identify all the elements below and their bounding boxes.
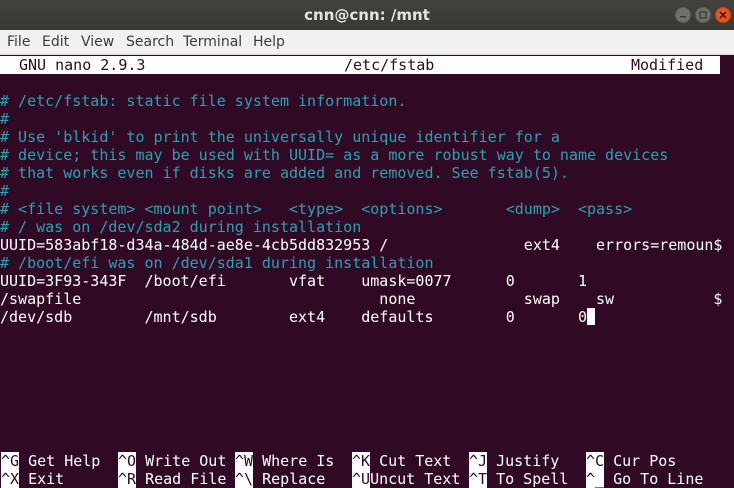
shortcut-label: Uncut Text (370, 470, 461, 488)
menu-search[interactable]: Search (126, 30, 174, 55)
shortcut-key: ^G (1, 452, 20, 470)
shortcut-get-help[interactable]: ^G Get Help (1, 452, 100, 470)
shortcut-label: Go To Line (613, 470, 704, 488)
shortcut-key: ^J (469, 452, 488, 470)
shortcut-key: ^R (118, 470, 137, 488)
file-line-12[interactable]: /swapfile none swap sw $ (0, 290, 722, 308)
nano-status: Modified (631, 56, 704, 74)
shortcut-key: ^U (352, 470, 371, 488)
title-bar[interactable]: cnn@cnn: /mnt (0, 0, 734, 30)
shortcut-label: Replace (262, 470, 326, 488)
shortcut-label: Read File (145, 470, 227, 488)
shortcut-where-is[interactable]: ^W Where Is (235, 452, 334, 470)
shortcut-to-spell[interactable]: ^T To Spell (469, 470, 568, 488)
shortcut-write-out[interactable]: ^O Write Out (118, 452, 226, 470)
file-line-13[interactable]: /dev/sdb /mnt/sdb ext4 defaults 0 0 (0, 308, 595, 326)
file-line-6[interactable]: # (0, 182, 9, 200)
menu-view[interactable]: View (81, 30, 114, 55)
file-line-7[interactable]: # <file system> <mount point> <type> <op… (0, 200, 632, 218)
shortcut-label: Cur Pos (613, 452, 677, 470)
file-line-2[interactable]: # (0, 110, 9, 128)
shortcut-key: ^C (586, 452, 605, 470)
close-button[interactable] (715, 7, 731, 23)
shortcut-cut-text[interactable]: ^K Cut Text (352, 452, 451, 470)
maximize-button[interactable] (695, 7, 711, 23)
shortcut-key: ^W (235, 452, 254, 470)
nano-filename: /etc/fstab (344, 56, 435, 74)
terminal-window: cnn@cnn: /mnt File Edit View Search Term… (0, 0, 734, 488)
menu-file[interactable]: File (7, 30, 30, 55)
nano-header-bar: GNU nano 2.9.3 /etc/fstab Modified (0, 56, 720, 74)
text-cursor (587, 308, 595, 325)
scrollbar[interactable] (726, 56, 734, 488)
file-line-11[interactable]: UUID=3F93-343F /boot/efi vfat umask=0077… (0, 272, 587, 290)
shortcut-exit[interactable]: ^X Exit (1, 470, 64, 488)
shortcut-read-file[interactable]: ^R Read File (118, 470, 226, 488)
nano-version: GNU nano 2.9.3 (19, 56, 146, 74)
file-line-1[interactable]: # /etc/fstab: static file system informa… (0, 92, 406, 110)
window-title: cnn@cnn: /mnt (304, 6, 430, 24)
shortcut-key: ^_ (586, 470, 605, 488)
shortcut-label: Write Out (145, 452, 227, 470)
shortcut-label: Where Is (262, 452, 335, 470)
shortcut-key: ^T (469, 470, 488, 488)
shortcut-key: ^K (352, 452, 371, 470)
file-line-3[interactable]: # Use 'blkid' to print the universally u… (0, 128, 560, 146)
shortcut-justify[interactable]: ^J Justify (469, 452, 559, 470)
file-line-9[interactable]: UUID=583abf18-d34a-484d-ae8e-4cb5dd83295… (0, 236, 722, 254)
shortcut-label: Get Help (28, 452, 101, 470)
shortcut-label: Exit (28, 470, 65, 488)
minimize-button[interactable] (675, 7, 691, 23)
maximize-icon (699, 11, 707, 19)
file-line-10[interactable]: # /boot/efi was on /dev/sda1 during inst… (0, 254, 433, 272)
shortcut-key: ^O (118, 452, 137, 470)
shortcut-cur-pos[interactable]: ^C Cur Pos (586, 452, 676, 470)
file-line-4[interactable]: # device; this may be used with UUID= as… (0, 146, 668, 164)
close-icon (719, 11, 727, 19)
shortcut-label: Cut Text (379, 452, 452, 470)
menu-edit[interactable]: Edit (42, 30, 69, 55)
shortcut-label: Justify (496, 452, 560, 470)
shortcut-label: To Spell (496, 470, 569, 488)
menu-bar: File Edit View Search Terminal Help (0, 30, 734, 55)
file-line-13-text: /dev/sdb /mnt/sdb ext4 defaults 0 0 (0, 308, 587, 326)
minimize-icon (680, 16, 686, 18)
menu-terminal[interactable]: Terminal (183, 30, 242, 55)
file-line-5[interactable]: # that works even if disks are added and… (0, 164, 569, 182)
menu-help[interactable]: Help (253, 30, 285, 55)
shortcut-go-to-line[interactable]: ^_ Go To Line (586, 470, 703, 488)
shortcut-uncut-text[interactable]: ^UUncut Text (352, 470, 460, 488)
shortcut-key: ^\ (235, 470, 254, 488)
shortcut-replace[interactable]: ^\ Replace (235, 470, 325, 488)
file-line-8[interactable]: # / was on /dev/sda2 during installation (0, 218, 361, 236)
shortcut-key: ^X (1, 470, 20, 488)
